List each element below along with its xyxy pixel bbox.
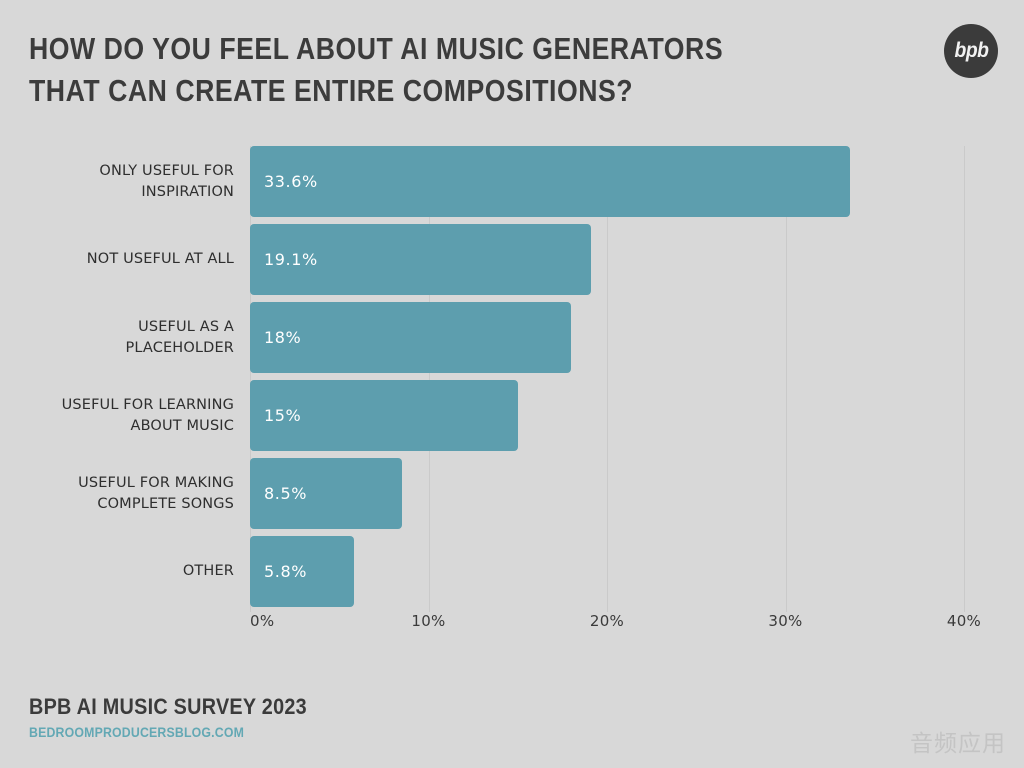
plot-area: 33.6% 19.1% 18% 15% 8.5% 5.8% [250,146,965,612]
category-label-2: NOT USEFUL AT ALL [18,249,234,270]
watermark-text: 音频应用 [910,731,1006,757]
category-label-4: USEFUL FOR LEARNING ABOUT MUSIC [18,395,234,437]
category-label-line: OTHER [182,563,234,579]
category-label-line: USEFUL FOR LEARNING [61,396,234,413]
category-label-line: USEFUL FOR MAKING [78,474,234,491]
category-label-line: NOT USEFUL AT ALL [86,251,234,267]
footer-survey-title: BPB AI Music Survey 2023 [29,694,307,719]
category-label-6: OTHER [18,561,234,582]
gridline-40pct [964,146,965,612]
bar-value-label: 33.6% [264,172,318,191]
bpb-logo-text: bpb [953,39,989,62]
category-label-line: INSPIRATION [141,183,234,200]
x-tick-label-30pct: 30% [768,612,803,630]
bar-chart: ONLY USEFUL FOR INSPIRATION NOT USEFUL AT … [0,140,1024,640]
page-title: How do you feel about AI music generator… [29,31,724,108]
category-label-3: USEFUL AS A PLACEHOLDER [18,317,234,359]
value-axis: 0% 10% 20% 30% 40% [250,612,981,642]
category-label-line: COMPLETE SONGS [97,495,234,512]
bpb-logo: bpb [944,24,998,78]
bar-row[interactable]: 18% [250,302,964,373]
x-tick-label-0pct: 0% [250,612,275,630]
x-tick-label-20pct: 20% [589,612,625,630]
category-axis-labels: ONLY USEFUL FOR INSPIRATION NOT USEFUL AT … [18,146,234,612]
bar-value-label: 5.8% [264,562,308,581]
bar-series: 33.6% 19.1% 18% 15% 8.5% 5.8% [250,146,964,612]
bar-6[interactable]: 5.8% [250,536,354,607]
category-label-5: USEFUL FOR MAKING COMPLETE SONGS [18,473,234,515]
x-tick-label-10pct: 10% [411,612,446,630]
bar-1[interactable]: 33.6% [250,146,850,217]
x-tick-label-40pct: 40% [946,612,982,630]
bar-value-label: 19.1% [264,250,318,269]
category-label-line: PLACEHOLDER [125,339,234,356]
bar-3[interactable]: 18% [250,302,572,373]
slide-canvas: How do you feel about AI music generator… [0,0,1024,768]
bar-row[interactable]: 8.5% [250,458,964,529]
category-label-line: USEFUL AS A [138,318,234,335]
bar-row[interactable]: 5.8% [250,536,964,607]
bar-value-label: 15% [264,406,302,425]
category-label-1: ONLY USEFUL FOR INSPIRATION [18,161,234,203]
bar-4[interactable]: 15% [250,380,518,451]
category-label-line: ABOUT MUSIC [130,417,234,434]
bar-value-label: 18% [264,328,302,347]
bar-row[interactable]: 19.1% [250,224,964,295]
bar-value-label: 8.5% [264,484,308,503]
bar-row[interactable]: 33.6% [250,146,964,217]
bar-2[interactable]: 19.1% [250,224,591,295]
footer-site-url[interactable]: bedroomproducersblog.com [29,724,244,740]
bar-row[interactable]: 15% [250,380,964,451]
bar-5[interactable]: 8.5% [250,458,402,529]
category-label-line: ONLY USEFUL FOR [99,162,234,179]
